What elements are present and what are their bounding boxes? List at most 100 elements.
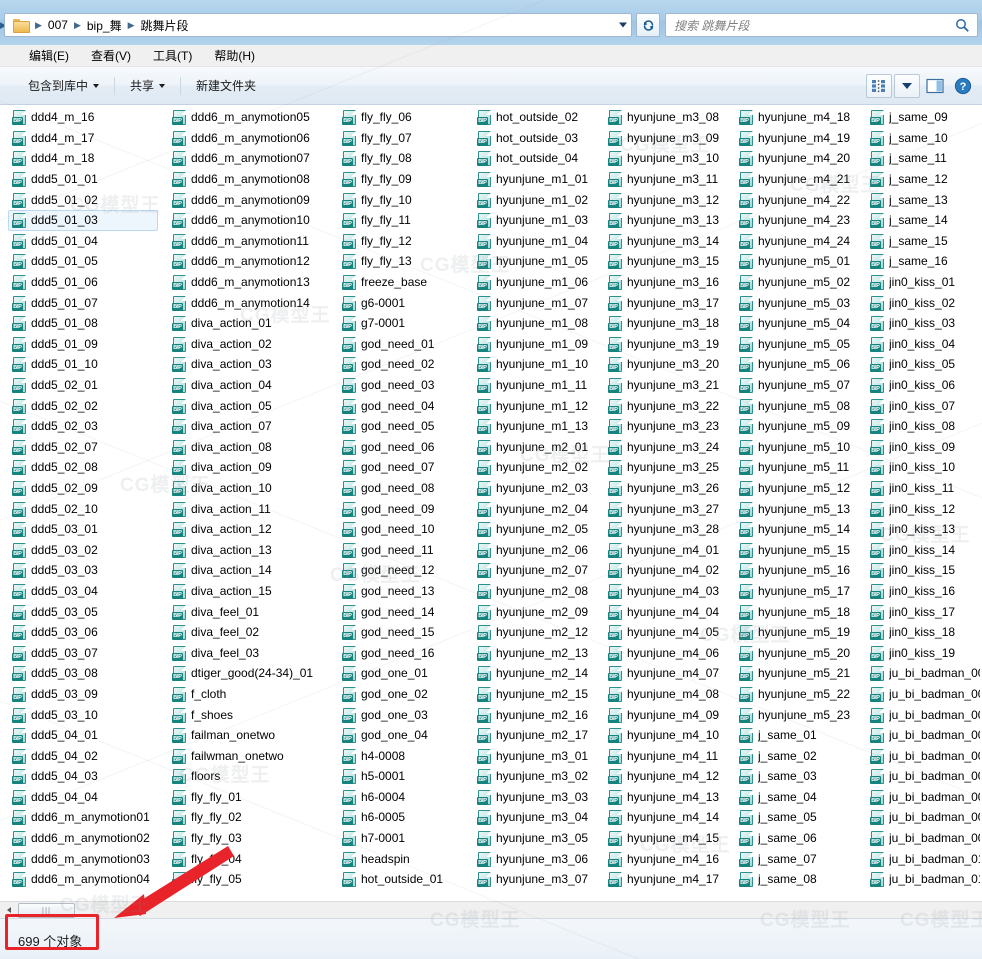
file-item[interactable]: BIP ddd6_m_anymotion09	[168, 189, 328, 210]
file-item[interactable]: BIP ddd5_02_02	[8, 395, 158, 416]
include-in-library-button[interactable]: 包含到库中	[18, 72, 109, 99]
file-item[interactable]: BIP fly_fly_01	[168, 787, 328, 808]
file-item[interactable]: BIP hyunjune_m5_12	[735, 478, 863, 499]
file-item[interactable]: BIP ddd5_02_10	[8, 498, 158, 519]
file-item[interactable]: BIP ju_bi_badman_00	[866, 725, 982, 746]
file-item[interactable]: BIP diva_action_01	[168, 313, 328, 334]
file-item[interactable]: BIP hyunjune_m4_10	[604, 725, 732, 746]
file-item[interactable]: BIP god_need_05	[338, 416, 466, 437]
file-item[interactable]: BIP god_need_10	[338, 519, 466, 540]
file-item[interactable]: BIP fly_fly_12	[338, 231, 466, 252]
file-item[interactable]: BIP ddd5_03_07	[8, 642, 158, 663]
file-item[interactable]: BIP jin0_kiss_06	[866, 375, 982, 396]
file-item[interactable]: BIP hyunjune_m5_21	[735, 663, 863, 684]
file-item[interactable]: BIP ddd4_m_18	[8, 148, 158, 169]
file-item[interactable]: BIP jin0_kiss_14	[866, 539, 982, 560]
file-item[interactable]: BIP fly_fly_11	[338, 210, 466, 231]
file-item[interactable]: BIP hyunjune_m4_11	[604, 745, 732, 766]
file-item[interactable]: BIP ddd6_m_anymotion03	[8, 848, 158, 869]
file-item[interactable]: BIP hyunjune_m2_07	[473, 560, 601, 581]
file-item[interactable]: BIP diva_action_12	[168, 519, 328, 540]
file-item[interactable]: BIP hyunjune_m2_15	[473, 684, 601, 705]
file-item[interactable]: BIP hyunjune_m3_15	[604, 251, 732, 272]
file-item[interactable]: BIP ju_bi_badman_00	[866, 663, 982, 684]
file-item[interactable]: BIP hyunjune_m5_18	[735, 601, 863, 622]
file-item[interactable]: BIP fly_fly_08	[338, 148, 466, 169]
file-item[interactable]: BIP hyunjune_m5_10	[735, 437, 863, 458]
file-item[interactable]: BIP j_same_12	[866, 169, 982, 190]
file-item[interactable]: BIP ddd6_m_anymotion10	[168, 210, 328, 231]
file-item[interactable]: BIP hyunjune_m5_07	[735, 375, 863, 396]
file-item[interactable]: BIP hyunjune_m3_05	[473, 828, 601, 849]
new-folder-button[interactable]: 新建文件夹	[186, 72, 266, 99]
file-item[interactable]: BIP ddd6_m_anymotion11	[168, 231, 328, 252]
file-item[interactable]: BIP god_need_09	[338, 498, 466, 519]
file-item[interactable]: BIP hyunjune_m5_20	[735, 642, 863, 663]
file-item[interactable]: BIP ju_bi_badman_00	[866, 745, 982, 766]
address-bar[interactable]: ▶ 007 ▶ bip_舞 ▶ 跳舞片段	[4, 13, 632, 37]
file-item[interactable]: BIP god_need_11	[338, 539, 466, 560]
file-item[interactable]: BIP hyunjune_m4_23	[735, 210, 863, 231]
file-item[interactable]: BIP ddd5_02_03	[8, 416, 158, 437]
file-item[interactable]: BIP hyunjune_m2_04	[473, 498, 601, 519]
file-item[interactable]: BIP hyunjune_m4_24	[735, 231, 863, 252]
file-item[interactable]: BIP diva_action_08	[168, 437, 328, 458]
file-item[interactable]: BIP ddd5_01_02	[8, 189, 158, 210]
file-item[interactable]: BIP hyunjune_m4_16	[604, 848, 732, 869]
file-item[interactable]: BIP fly_fly_03	[168, 828, 328, 849]
file-item[interactable]: BIP hyunjune_m4_04	[604, 601, 732, 622]
file-item[interactable]: BIP ddd6_m_anymotion07	[168, 148, 328, 169]
file-item[interactable]: BIP god_one_03	[338, 704, 466, 725]
file-item[interactable]: BIP j_same_11	[866, 148, 982, 169]
file-item[interactable]: BIP hyunjune_m2_16	[473, 704, 601, 725]
file-item[interactable]: BIP hyunjune_m2_06	[473, 539, 601, 560]
file-item[interactable]: BIP ju_bi_badman_01	[866, 848, 982, 869]
file-item[interactable]: BIP ddd5_01_03	[8, 209, 158, 231]
file-item[interactable]: BIP h6-0004	[338, 787, 466, 808]
file-item[interactable]: BIP j_same_15	[866, 231, 982, 252]
file-item[interactable]: BIP god_need_14	[338, 601, 466, 622]
file-item[interactable]: BIP hyunjune_m3_14	[604, 231, 732, 252]
file-item[interactable]: BIP hyunjune_m3_19	[604, 334, 732, 355]
file-item[interactable]: BIP ju_bi_badman_00	[866, 807, 982, 828]
file-item[interactable]: BIP diva_action_13	[168, 539, 328, 560]
file-item[interactable]: BIP hyunjune_m2_13	[473, 642, 601, 663]
file-item[interactable]: BIP hyunjune_m3_11	[604, 169, 732, 190]
file-item[interactable]: BIP hyunjune_m5_03	[735, 292, 863, 313]
file-item[interactable]: BIP ddd6_m_anymotion05	[168, 107, 328, 128]
file-item[interactable]: BIP ddd5_03_01	[8, 519, 158, 540]
file-item[interactable]: BIP diva_action_10	[168, 478, 328, 499]
file-item[interactable]: BIP j_same_01	[735, 725, 863, 746]
file-item[interactable]: BIP hyunjune_m1_04	[473, 231, 601, 252]
file-item[interactable]: BIP ddd5_02_09	[8, 478, 158, 499]
share-button[interactable]: 共享	[120, 72, 175, 99]
file-item[interactable]: BIP hyunjune_m3_01	[473, 745, 601, 766]
file-item[interactable]: BIP ju_bi_badman_00	[866, 787, 982, 808]
file-item[interactable]: BIP fly_fly_05	[168, 869, 328, 890]
file-item[interactable]: BIP ddd5_04_01	[8, 725, 158, 746]
file-item[interactable]: BIP diva_action_03	[168, 354, 328, 375]
menu-item-tools[interactable]: 工具(T)	[142, 45, 203, 66]
file-item[interactable]: BIP hyunjune_m3_10	[604, 148, 732, 169]
file-item[interactable]: BIP god_need_08	[338, 478, 466, 499]
file-item[interactable]: BIP diva_action_07	[168, 416, 328, 437]
file-item[interactable]: BIP diva_action_14	[168, 560, 328, 581]
file-item[interactable]: BIP j_same_10	[866, 128, 982, 149]
file-item[interactable]: BIP ddd6_m_anymotion04	[8, 869, 158, 890]
file-item[interactable]: BIP ddd6_m_anymotion08	[168, 169, 328, 190]
file-item[interactable]: BIP j_same_07	[735, 848, 863, 869]
file-item[interactable]: BIP ddd5_04_03	[8, 766, 158, 787]
file-item[interactable]: BIP jin0_kiss_09	[866, 437, 982, 458]
file-item[interactable]: BIP hyunjune_m2_01	[473, 437, 601, 458]
file-item[interactable]: BIP diva_feel_03	[168, 642, 328, 663]
file-item[interactable]: BIP hyunjune_m3_13	[604, 210, 732, 231]
file-item[interactable]: BIP jin0_kiss_12	[866, 498, 982, 519]
file-item[interactable]: BIP hyunjune_m4_22	[735, 189, 863, 210]
file-item[interactable]: BIP j_same_08	[735, 869, 863, 890]
file-item[interactable]: BIP floors	[168, 766, 328, 787]
file-item[interactable]: BIP jin0_kiss_11	[866, 478, 982, 499]
menu-item-help[interactable]: 帮助(H)	[203, 45, 266, 66]
file-item[interactable]: BIP jin0_kiss_17	[866, 601, 982, 622]
file-item[interactable]: BIP ddd4_m_17	[8, 128, 158, 149]
file-item[interactable]: BIP fly_fly_06	[338, 107, 466, 128]
